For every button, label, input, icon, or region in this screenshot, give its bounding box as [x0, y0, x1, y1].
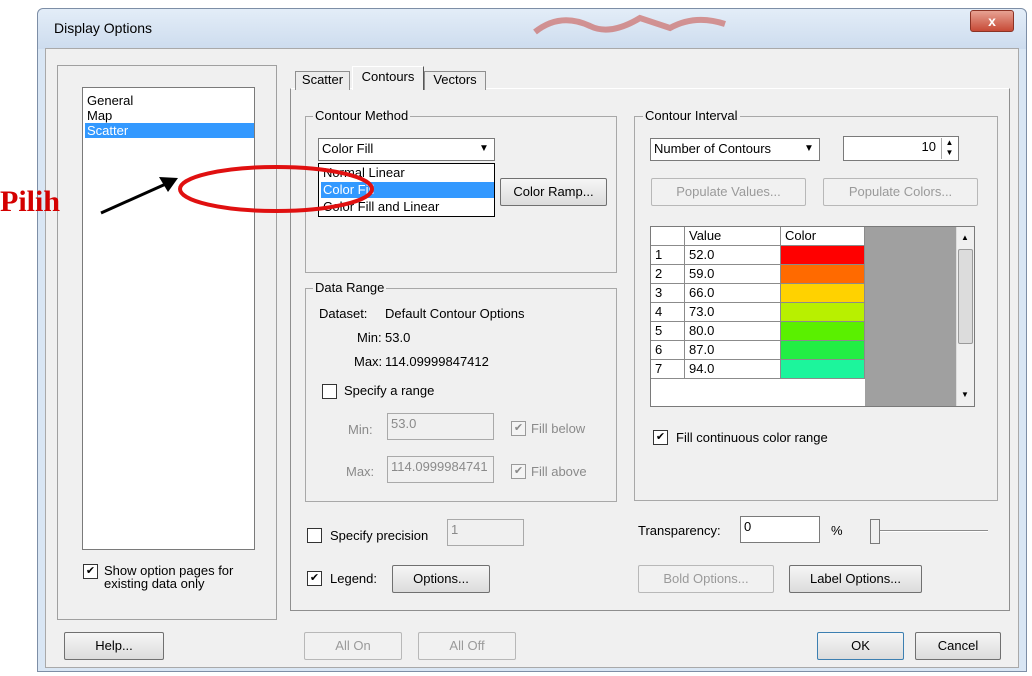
- table-cell-value[interactable]: 59.0: [685, 265, 781, 284]
- bold-options-button[interactable]: Bold Options...: [638, 565, 774, 593]
- tab-vectors[interactable]: Vectors: [424, 71, 486, 90]
- contour-interval-combo-value: Number of Contours: [654, 141, 772, 156]
- scroll-down-icon[interactable]: ▼: [961, 390, 969, 399]
- cancel-button[interactable]: Cancel: [915, 632, 1001, 660]
- contour-count-spinner[interactable]: ▲ ▼: [941, 138, 957, 159]
- transparency-label: Transparency:: [638, 523, 721, 538]
- range-max-field[interactable]: 114.0999984741: [387, 456, 494, 483]
- legend-options-button[interactable]: Options...: [392, 565, 490, 593]
- page-list[interactable]: General Map Scatter: [82, 87, 255, 550]
- close-button[interactable]: x: [970, 10, 1014, 32]
- table-cell-value[interactable]: 52.0: [685, 246, 781, 265]
- scroll-up-icon[interactable]: ▲: [961, 233, 969, 242]
- page-list-item-general[interactable]: General: [85, 93, 254, 108]
- precision-field[interactable]: 1: [447, 519, 524, 546]
- fill-below-checkbox[interactable]: ✔: [511, 421, 526, 436]
- chevron-down-icon[interactable]: ▼: [476, 141, 492, 157]
- table-row-index[interactable]: 6: [651, 341, 685, 360]
- populate-values-button[interactable]: Populate Values...: [651, 178, 806, 206]
- contour-method-group-label: Contour Method: [313, 108, 411, 123]
- table-cell-color-swatch[interactable]: [781, 303, 865, 322]
- table-row-index[interactable]: 5: [651, 322, 685, 341]
- table-cell-color-swatch[interactable]: [781, 322, 865, 341]
- range-max-field-label: Max:: [346, 464, 375, 479]
- contour-method-combo[interactable]: Color Fill ▼: [318, 138, 495, 161]
- fill-above-checkbox[interactable]: ✔: [511, 464, 526, 479]
- scrollbar-thumb[interactable]: [958, 249, 973, 344]
- transparency-slider-track[interactable]: [878, 530, 988, 532]
- table-cell-color-swatch[interactable]: [781, 265, 865, 284]
- window-title: Display Options: [54, 20, 153, 36]
- legend-checkbox[interactable]: ✔: [307, 571, 322, 586]
- contour-table[interactable]: Value Color 1 52.0 2 59.0 3 66.0 4 73.0 5 80.0 6 87…: [650, 226, 975, 407]
- table-row-index[interactable]: 7: [651, 360, 685, 379]
- populate-colors-button[interactable]: Populate Colors...: [823, 178, 978, 206]
- color-ramp-button[interactable]: Color Ramp...: [500, 178, 607, 206]
- contour-method-combo-value: Color Fill: [322, 141, 374, 156]
- show-pages-label-line2: existing data only: [104, 576, 205, 591]
- page-list-item-map[interactable]: Map: [85, 108, 254, 123]
- table-empty-area: [865, 227, 956, 406]
- max-value: 114.09999847412: [385, 354, 489, 369]
- table-row-index[interactable]: 1: [651, 246, 685, 265]
- label-options-button[interactable]: Label Options...: [789, 565, 922, 593]
- legend-label: Legend:: [330, 571, 377, 586]
- dropdown-option-color-fill[interactable]: Color Fill: [321, 182, 494, 198]
- dataset-label: Dataset:: [319, 306, 368, 321]
- fill-below-label: Fill below: [531, 421, 586, 436]
- all-on-button[interactable]: All On: [304, 632, 402, 660]
- transparency-slider-thumb[interactable]: [870, 519, 880, 544]
- chevron-down-icon[interactable]: ▼: [801, 141, 817, 157]
- show-pages-checkbox[interactable]: ✔: [83, 564, 98, 579]
- spin-down-icon[interactable]: ▼: [942, 148, 957, 158]
- table-cell-value[interactable]: 73.0: [685, 303, 781, 322]
- table-scrollbar[interactable]: ▲ ▼: [956, 227, 974, 406]
- min-label: Min:: [357, 330, 382, 345]
- fill-continuous-checkbox[interactable]: ✔: [653, 430, 668, 445]
- specify-range-checkbox[interactable]: [322, 384, 337, 399]
- table-cell-color-swatch[interactable]: [781, 360, 865, 379]
- all-off-button[interactable]: All Off: [418, 632, 516, 660]
- background-decoration: [533, 14, 726, 35]
- dropdown-option-normal-linear[interactable]: Normal Linear: [321, 165, 494, 181]
- transparency-field[interactable]: 0: [740, 516, 820, 543]
- dropdown-option-color-fill-and-linear[interactable]: Color Fill and Linear: [321, 199, 494, 215]
- specify-precision-label: Specify precision: [330, 528, 429, 543]
- range-min-field[interactable]: 53.0: [387, 413, 494, 440]
- fill-above-label: Fill above: [531, 464, 587, 479]
- max-label: Max:: [354, 354, 383, 369]
- table-cell-color-swatch[interactable]: [781, 246, 865, 265]
- table-cell-value[interactable]: 87.0: [685, 341, 781, 360]
- show-pages-label: Show option pages for existing data only: [104, 564, 233, 590]
- table-cell-color-swatch[interactable]: [781, 341, 865, 360]
- specify-precision-checkbox[interactable]: [307, 528, 322, 543]
- table-cell-value[interactable]: 66.0: [685, 284, 781, 303]
- fill-continuous-label: Fill continuous color range: [676, 430, 828, 445]
- table-row-index[interactable]: 3: [651, 284, 685, 303]
- range-min-field-label: Min:: [348, 422, 373, 437]
- table-row-index[interactable]: 2: [651, 265, 685, 284]
- dataset-value: Default Contour Options: [385, 306, 525, 321]
- ok-button[interactable]: OK: [817, 632, 904, 660]
- contour-interval-combo[interactable]: Number of Contours ▼: [650, 138, 820, 161]
- specify-range-label: Specify a range: [344, 383, 435, 398]
- page-list-item-scatter[interactable]: Scatter: [85, 123, 254, 138]
- contour-method-dropdown-list[interactable]: Normal Linear Color Fill Color Fill and …: [318, 163, 495, 217]
- min-value: 53.0: [385, 330, 411, 345]
- contour-interval-group-label: Contour Interval: [643, 108, 740, 123]
- table-cell-value[interactable]: 80.0: [685, 322, 781, 341]
- spin-up-icon[interactable]: ▲: [942, 138, 957, 148]
- tab-contours[interactable]: Contours: [352, 66, 424, 90]
- table-header-value: Value: [685, 227, 781, 246]
- tab-scatter[interactable]: Scatter: [295, 71, 350, 90]
- table-header-color: Color: [781, 227, 865, 246]
- transparency-unit: %: [831, 523, 843, 538]
- table-row-index[interactable]: 4: [651, 303, 685, 322]
- table-corner-cell: [651, 227, 685, 246]
- annotation-label: Pilih: [0, 185, 61, 218]
- table-cell-value[interactable]: 94.0: [685, 360, 781, 379]
- data-range-group-label: Data Range: [313, 280, 387, 295]
- help-button[interactable]: Help...: [64, 632, 164, 660]
- table-cell-color-swatch[interactable]: [781, 284, 865, 303]
